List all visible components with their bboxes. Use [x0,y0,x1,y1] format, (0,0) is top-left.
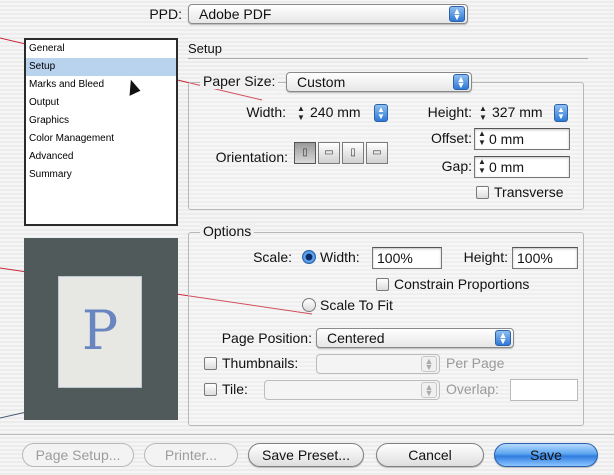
tile-checkbox[interactable] [204,383,217,396]
cancel-button[interactable]: Cancel [376,443,484,467]
setup-divider [188,58,588,59]
transverse-label: Transverse [494,184,564,200]
preview-glyph: P [81,299,119,362]
thumbnails-label: Thumbnails: [222,355,299,371]
sidebar-item-general[interactable]: General [26,40,176,58]
height-stepper-icon[interactable]: ▲ ▼ [478,104,488,124]
thumbnails-checkbox[interactable] [204,357,217,370]
landscape-orientation-button[interactable]: ▭ [318,142,340,164]
offset-stepper-icon[interactable]: ▲ ▼ [477,129,487,149]
width-unit-popup[interactable]: ▲ ▼ [374,104,388,122]
portrait-orientation-button[interactable]: ▯ [294,142,316,164]
constrain-proportions-label: Constrain Proportions [394,276,530,292]
options-title: Options [200,223,255,239]
gap-label: Gap: [441,158,472,174]
popup-arrows-icon: ▲ ▼ [421,382,437,398]
tile-label: Tile: [222,381,248,397]
paper-size-popup[interactable]: Custom ▲ ▼ [286,72,472,92]
sidebar-item-color-management[interactable]: Color Management [26,130,176,148]
popup-arrows-icon: ▲ ▼ [421,356,437,372]
page-setup-button[interactable]: Page Setup... [22,443,134,467]
save-button[interactable]: Save [494,443,598,467]
setup-title: Setup [188,41,222,56]
sidebar-item-summary[interactable]: Summary [26,166,176,184]
scale-to-fit-radio[interactable] [302,298,316,312]
page-position-label: Page Position: [221,330,312,346]
constrain-proportions-checkbox[interactable] [376,278,389,291]
scale-to-fit-label: Scale To Fit [320,297,393,313]
sidebar-item-marks-and-bleed[interactable]: Marks and Bleed [26,76,176,94]
sidebar-item-graphics[interactable]: Graphics [26,112,176,130]
tile-popup[interactable]: ▲ ▼ [264,380,440,400]
height-label: Height: [427,104,472,120]
offset-field[interactable]: ▲ ▼ 0 mm [474,128,570,150]
scale-width-field[interactable]: 100% [372,247,442,269]
ppd-value: Adobe PDF [199,6,272,22]
reverse-portrait-orientation-button[interactable]: ▯ [342,142,364,164]
width-value[interactable]: 240 mm [310,104,361,120]
popup-arrows-icon: ▲ ▼ [453,74,469,90]
width-stepper-icon[interactable]: ▲ ▼ [296,104,306,124]
scale-label: Scale: [253,249,292,265]
orientation-label: Orientation: [215,149,288,165]
paper-size-label: Paper Size: [200,73,279,89]
offset-value: 0 mm [489,131,524,147]
overlap-field[interactable] [510,379,578,401]
scale-height-label: Height: [463,249,508,265]
sidebar-item-advanced[interactable]: Advanced [26,148,176,166]
overlap-label: Overlap: [446,381,499,397]
sidebar-item-output[interactable]: Output [26,94,176,112]
page-position-value: Centered [327,330,385,346]
save-preset-button[interactable]: Save Preset... [248,443,364,467]
gap-stepper-icon[interactable]: ▲ ▼ [477,157,487,177]
thumbnails-popup[interactable]: ▲ ▼ [316,354,440,374]
height-unit-popup[interactable]: ▲ ▼ [554,104,568,122]
preview-page: P [58,276,142,388]
transverse-checkbox[interactable] [476,186,489,199]
ppd-label: PPD: [149,6,182,22]
popup-arrows-icon: ▲ ▼ [449,6,465,22]
footer-divider [0,434,614,435]
sidebar-item-setup[interactable]: Setup [26,58,176,76]
ppd-popup[interactable]: Adobe PDF ▲ ▼ [188,4,468,24]
gap-field[interactable]: ▲ ▼ 0 mm [474,156,570,178]
scale-width-label: Width: [320,249,360,265]
scale-height-field[interactable]: 100% [512,247,578,269]
offset-label: Offset: [431,130,472,146]
popup-arrows-icon: ▲ ▼ [495,330,511,346]
reverse-landscape-orientation-button[interactable]: ▭ [366,142,388,164]
page-position-popup[interactable]: Centered ▲ ▼ [316,328,514,348]
height-value[interactable]: 327 mm [492,104,543,120]
gap-value: 0 mm [489,159,524,175]
category-list[interactable]: General Setup Marks and Bleed Output Gra… [24,38,178,226]
per-page-label: Per Page [446,355,505,371]
printer-button[interactable]: Printer... [144,443,238,467]
paper-size-value: Custom [297,74,346,90]
width-label: Width: [246,104,286,120]
scale-width-radio[interactable] [302,250,316,264]
page-preview: P [24,238,178,420]
